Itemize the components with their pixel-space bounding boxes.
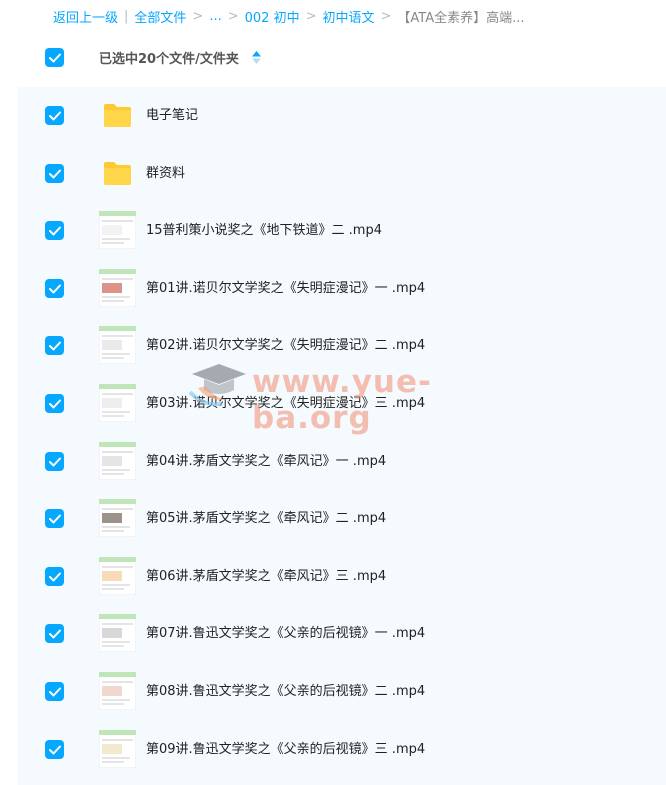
video-thumbnail-icon [98,729,137,769]
video-thumbnail-icon [98,498,137,538]
file-row[interactable]: 第04讲.茅盾文学奖之《牵风记》一 .mp4 [18,433,666,490]
file-row[interactable]: 电子笔记 [18,87,666,144]
file-row[interactable]: 第01讲.诺贝尔文学奖之《失明症漫记》一 .mp4 [18,260,666,317]
row-checkbox[interactable] [45,624,64,643]
row-checkbox[interactable] [45,567,64,586]
file-name[interactable]: 第09讲.鲁迅文学奖之《父亲的后视镜》三 .mp4 [146,721,425,778]
check-icon [48,111,61,120]
check-icon [48,687,61,696]
breadcrumb-separator: > [380,8,392,24]
video-thumbnail-icon [98,383,137,423]
row-checkbox[interactable] [45,279,64,298]
file-name[interactable]: 第05讲.茅盾文学奖之《牵风记》二 .mp4 [146,490,386,547]
video-thumbnail-icon [98,613,137,653]
check-icon [48,284,61,293]
breadcrumb-all-files[interactable]: 全部文件 [134,7,186,26]
video-thumbnail [98,556,137,596]
file-row[interactable]: 第07讲.鲁迅文学奖之《父亲的后视镜》一 .mp4 [18,605,666,662]
video-thumbnail-icon [98,268,137,308]
file-list: 电子笔记 群资料 15普利策小说奖之《地下铁道》二 .mp4 第01讲.诺贝尔文学奖之… [18,87,666,785]
video-thumbnail [98,268,137,308]
row-checkbox[interactable] [45,221,64,240]
check-icon [48,399,61,408]
check-icon [48,53,61,62]
video-thumbnail-icon [98,556,137,596]
folder-thumbnail [99,96,136,134]
check-icon [48,629,61,638]
video-thumbnail [98,210,137,250]
check-icon [48,745,61,754]
row-checkbox[interactable] [45,394,64,413]
video-thumbnail [98,671,137,711]
file-row[interactable]: 第09讲.鲁迅文学奖之《父亲的后视镜》三 .mp4 [18,721,666,778]
sort-icon[interactable] [252,51,261,64]
row-checkbox[interactable] [45,740,64,759]
file-row[interactable]: 第08讲.鲁迅文学奖之《父亲的后视镜》二 .mp4 [18,663,666,720]
breadcrumb-folder-2[interactable]: 初中语文 [323,7,375,26]
check-icon [48,572,61,581]
check-icon [48,169,61,178]
file-row[interactable]: 第02讲.诺贝尔文学奖之《失明症漫记》二 .mp4 [18,317,666,374]
video-thumbnail-icon [98,671,137,711]
video-thumbnail [98,613,137,653]
video-thumbnail-icon [98,210,137,250]
row-checkbox[interactable] [45,682,64,701]
breadcrumb-ellipsis[interactable]: ... [209,9,221,24]
file-name[interactable]: 第08讲.鲁迅文学奖之《父亲的后视镜》二 .mp4 [146,663,425,720]
video-thumbnail-icon [98,325,137,365]
file-row[interactable]: 群资料 [18,145,666,202]
video-thumbnail [98,383,137,423]
row-checkbox[interactable] [45,452,64,471]
breadcrumb: 返回上一级 | 全部文件 > ... > 002 初中 > 初中语文 > 【AT… [0,0,666,32]
select-all-checkbox[interactable] [45,48,64,67]
video-thumbnail [98,441,137,481]
row-checkbox[interactable] [45,336,64,355]
file-name[interactable]: 15普利策小说奖之《地下铁道》二 .mp4 [146,202,382,259]
row-checkbox[interactable] [45,106,64,125]
folder-icon [104,162,131,185]
row-checkbox[interactable] [45,509,64,528]
video-thumbnail [98,729,137,769]
file-row[interactable]: 第03讲.诺贝尔文学奖之《失明症漫记》三 .mp4 [18,375,666,432]
file-name[interactable]: 第07讲.鲁迅文学奖之《父亲的后视镜》一 .mp4 [146,605,425,662]
folder-thumbnail [99,154,136,192]
breadcrumb-separator: > [227,8,239,24]
file-name[interactable]: 第03讲.诺贝尔文学奖之《失明症漫记》三 .mp4 [146,375,425,432]
file-row[interactable]: 15普利策小说奖之《地下铁道》二 .mp4 [18,202,666,259]
breadcrumb-separator: > [192,8,204,24]
video-thumbnail [98,498,137,538]
check-icon [48,514,61,523]
file-name[interactable]: 第04讲.茅盾文学奖之《牵风记》一 .mp4 [146,433,386,490]
file-name[interactable]: 第02讲.诺贝尔文学奖之《失明症漫记》二 .mp4 [146,317,425,374]
breadcrumb-current: 【ATA全素养】高端... [397,10,525,26]
check-icon [48,226,61,235]
file-name[interactable]: 第01讲.诺贝尔文学奖之《失明症漫记》一 .mp4 [146,260,425,317]
breadcrumb-folder-1[interactable]: 002 初中 [245,7,300,26]
video-thumbnail [98,325,137,365]
check-icon [48,457,61,466]
row-checkbox[interactable] [45,164,64,183]
selection-count-label: 已选中20个文件/文件夹 [99,52,239,67]
file-name[interactable]: 群资料 [146,145,185,202]
file-row[interactable]: 第06讲.茅盾文学奖之《牵风记》三 .mp4 [18,548,666,605]
file-name[interactable]: 第06讲.茅盾文学奖之《牵风记》三 .mp4 [146,548,386,605]
breadcrumb-separator: | [124,8,129,24]
file-name[interactable]: 电子笔记 [146,87,198,144]
file-row[interactable]: 第05讲.茅盾文学奖之《牵风记》二 .mp4 [18,490,666,547]
video-thumbnail-icon [98,441,137,481]
check-icon [48,341,61,350]
folder-icon [104,104,131,127]
list-header: 已选中20个文件/文件夹 [0,36,666,80]
breadcrumb-separator: > [305,8,317,24]
back-link[interactable]: 返回上一级 [53,7,118,26]
